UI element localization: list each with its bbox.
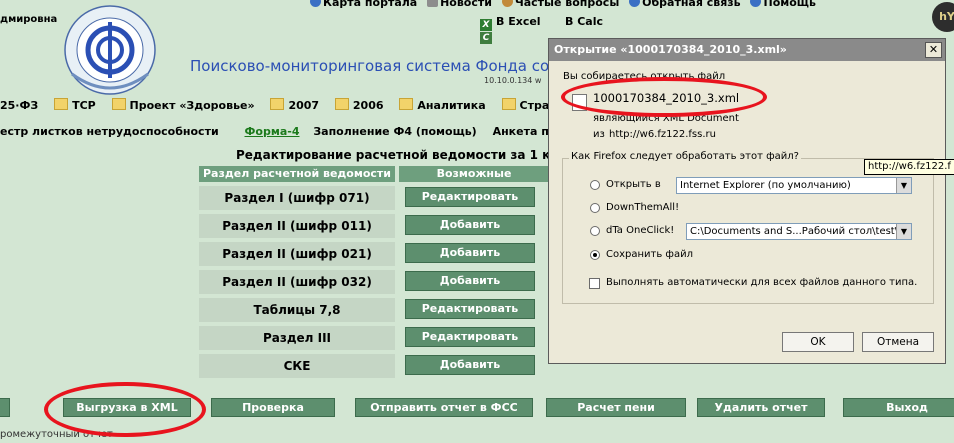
calc-icon: C: [480, 32, 492, 44]
folder-icon: [501, 98, 516, 110]
subnav-item-registry[interactable]: естр листков нетрудоспособности: [0, 125, 219, 138]
folder-icon: [270, 98, 285, 110]
dta-path-value: C:\Documents and S...Рабочий стол\test\: [690, 226, 899, 237]
add-button[interactable]: Добавить: [405, 243, 535, 263]
auto-action-checkbox[interactable]: [589, 278, 600, 289]
add-button[interactable]: Добавить: [405, 271, 535, 291]
table-row-label: СКЕ: [199, 354, 395, 378]
exit-button[interactable]: Выход: [843, 398, 954, 417]
send-to-fss-button[interactable]: Отправить отчет в ФСС: [355, 398, 533, 417]
table-row-label: Раздел III: [199, 326, 395, 350]
ok-button[interactable]: OK: [782, 332, 854, 352]
edit-button[interactable]: Редактировать: [405, 299, 535, 319]
corner-logo: hY: [932, 2, 954, 32]
nav-item-analytics[interactable]: Аналитика: [399, 98, 486, 112]
page-heading: Редактирование расчетной ведомости за 1 …: [236, 148, 567, 162]
cancel-button[interactable]: Отмена: [862, 332, 934, 352]
delete-report-button[interactable]: Удалить отчет: [697, 398, 825, 417]
edit-button[interactable]: Редактировать: [405, 327, 535, 347]
dialog-title: Открытие «1000170384_2010_3.xml»: [549, 39, 945, 61]
col-header-actions: Возможные: [399, 166, 549, 182]
dta-label: dTa OneClick!: [606, 225, 675, 236]
nav-item-2007[interactable]: 2007: [270, 98, 319, 112]
save-file-label: Сохранить файл: [606, 249, 693, 260]
radio-dta-oneclick[interactable]: [590, 226, 600, 236]
folder-icon: [334, 98, 349, 110]
top-link-help[interactable]: Помощь: [750, 0, 816, 9]
top-link-faq[interactable]: Частые вопросы: [501, 0, 619, 9]
sub-navbar: естр листков нетрудоспособности Форма-4 …: [0, 125, 560, 138]
subnav-item-f4-help[interactable]: Заполнение Ф4 (помощь): [313, 125, 476, 138]
export-calc-icon-row: C: [480, 28, 496, 44]
site-title: Поисково-мониторинговая система Фонда со…: [190, 57, 560, 75]
add-button[interactable]: Добавить: [405, 355, 535, 375]
add-button[interactable]: Добавить: [405, 215, 535, 235]
fss-logo: [64, 5, 156, 95]
dialog-from-url: http://w6.fz122.fss.ru: [609, 129, 716, 140]
radio-downthemall[interactable]: [590, 203, 600, 213]
folder-icon: [54, 98, 69, 110]
highlight-oval: [561, 77, 767, 117]
news-icon: [427, 0, 439, 7]
radio-save-file[interactable]: [590, 250, 600, 260]
folder-icon: [399, 98, 414, 110]
chevron-down-icon: ▼: [896, 224, 911, 239]
nav-item-25fz[interactable]: 25·ФЗ: [0, 99, 38, 112]
open-with-label: Открыть в: [606, 179, 661, 190]
open-with-select[interactable]: Internet Explorer (по умолчанию) ▼: [676, 177, 912, 194]
top-link-feedback[interactable]: Обратная связь: [629, 0, 741, 9]
table-row-label: Раздел II (шифр 021): [199, 242, 395, 266]
help-icon: [750, 0, 762, 7]
nav-item-zdorovye[interactable]: Проект «Здоровье»: [111, 98, 255, 112]
faq-icon: [501, 0, 513, 7]
dta-path-select[interactable]: C:\Documents and S...Рабочий стол\test\ …: [686, 223, 912, 240]
check-button[interactable]: Проверка: [211, 398, 335, 417]
url-tooltip: http://w6.fz122.f: [864, 159, 954, 175]
table-row-label: Таблицы 7,8: [199, 298, 395, 322]
highlight-oval: [44, 382, 206, 437]
table-row-label: Раздел II (шифр 011): [199, 214, 395, 238]
dialog-from-label: из: [593, 129, 605, 140]
globe-icon: [310, 0, 321, 7]
user-name: дмировна: [0, 14, 58, 25]
top-link-sitemap[interactable]: Карта портала: [310, 0, 417, 9]
radio-open-with[interactable]: [590, 180, 600, 190]
table-row-label: Раздел I (шифр 071): [199, 186, 395, 210]
feedback-icon: [629, 0, 641, 7]
close-icon[interactable]: ✕: [925, 42, 942, 58]
back-button[interactable]: [0, 398, 10, 417]
nav-item-2006[interactable]: 2006: [334, 98, 384, 112]
folder-icon: [111, 98, 126, 110]
downthemall-label: DownThemAll!: [606, 202, 680, 213]
nav-item-tsr[interactable]: ТСР: [54, 98, 96, 112]
version-text: 10.10.0.134 w: [484, 76, 542, 85]
penalty-calc-button[interactable]: Расчет пени: [546, 398, 686, 417]
main-navbar: 25·ФЗ ТСР Проект «Здоровье» 2007 2006 Ан…: [0, 98, 560, 118]
open-with-value: Internet Explorer (по умолчанию): [680, 180, 851, 191]
export-calc-link[interactable]: В Calc: [565, 15, 603, 28]
top-link-news[interactable]: Новости: [427, 0, 492, 9]
edit-button[interactable]: Редактировать: [405, 187, 535, 207]
chevron-down-icon: ▼: [896, 178, 911, 193]
top-links: Карта портала Новости Частые вопросы Обр…: [310, 0, 822, 9]
col-header-section: Раздел расчетной ведомости: [199, 166, 395, 182]
auto-action-label: Выполнять автоматически для всех файлов …: [606, 277, 918, 288]
dialog-question: Как Firefox следует обработать этот файл…: [569, 151, 801, 162]
subnav-item-form4[interactable]: Форма-4: [245, 125, 300, 138]
table-row-label: Раздел II (шифр 032): [199, 270, 395, 294]
